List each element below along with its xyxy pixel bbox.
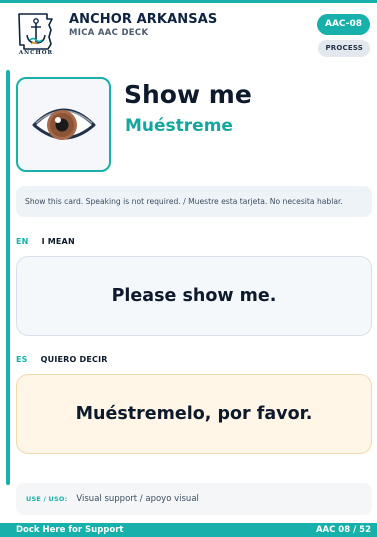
lang-label-en: I MEAN	[41, 237, 75, 246]
category-badge: PROCESS	[318, 40, 370, 57]
lang-label-es: QUIERO DECIR	[40, 355, 108, 364]
usage-note: USE / USO: Visual support / apoyo visual	[16, 483, 372, 515]
card-counter: AAC 08 / 52	[315, 525, 371, 535]
lang-code-es: ES	[16, 355, 28, 364]
spanish-section-label: ES QUIERO DECIR	[16, 355, 108, 364]
english-section-label: EN I MEAN	[16, 237, 75, 246]
app-header: ANCHOR ANCHOR ARKANSAS MICA AAC DECK AAC…	[0, 3, 377, 60]
card-code-badge: AAC-08	[316, 14, 370, 35]
phrase-spanish[interactable]: Muéstremelo, por favor.	[16, 374, 372, 454]
brand-subtitle: MICA AAC DECK	[69, 28, 149, 38]
usage-value: Visual support / apoyo visual	[76, 494, 199, 504]
usage-label: USE / USO:	[26, 495, 68, 503]
left-accent-bar	[6, 70, 10, 485]
anchor-logo: ANCHOR	[16, 11, 56, 59]
logo-wordmark: ANCHOR	[18, 50, 54, 56]
symbol-tile	[16, 77, 111, 172]
word-english: Show me	[124, 80, 252, 109]
phrase-english[interactable]: Please show me.	[16, 256, 372, 336]
eye-icon	[32, 108, 96, 140]
instruction-note: Show this card. Speaking is not required…	[16, 186, 372, 217]
support-dock-link[interactable]: Dock Here for Support	[16, 525, 123, 535]
lang-code-en: EN	[16, 237, 29, 246]
footer-bar: Dock Here for Support AAC 08 / 52	[0, 523, 377, 537]
brand-title: ANCHOR ARKANSAS	[69, 12, 218, 27]
word-spanish: Muéstreme	[125, 116, 233, 136]
